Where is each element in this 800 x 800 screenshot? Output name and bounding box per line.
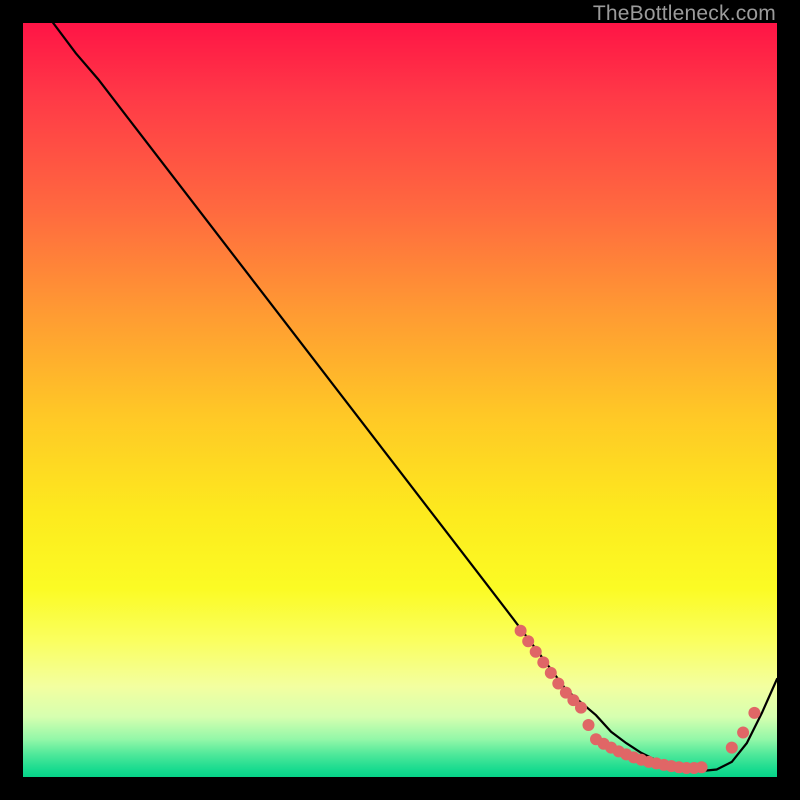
- data-point-marker: [530, 646, 542, 658]
- data-point-marker: [537, 656, 549, 668]
- chart-plot-area: [23, 23, 777, 777]
- data-point-marker: [583, 719, 595, 731]
- chart-svg: [23, 23, 777, 777]
- data-point-marker: [522, 635, 534, 647]
- data-point-marker: [748, 707, 760, 719]
- data-point-marker: [737, 727, 749, 739]
- data-point-marker: [726, 742, 738, 754]
- curve-layer: [53, 23, 777, 771]
- data-point-marker: [696, 761, 708, 773]
- data-point-marker: [575, 702, 587, 714]
- watermark-text: TheBottleneck.com: [593, 2, 776, 26]
- data-point-marker: [515, 625, 527, 637]
- data-point-marker: [545, 667, 557, 679]
- chart-frame: TheBottleneck.com: [0, 0, 800, 800]
- bottleneck-curve: [53, 23, 777, 771]
